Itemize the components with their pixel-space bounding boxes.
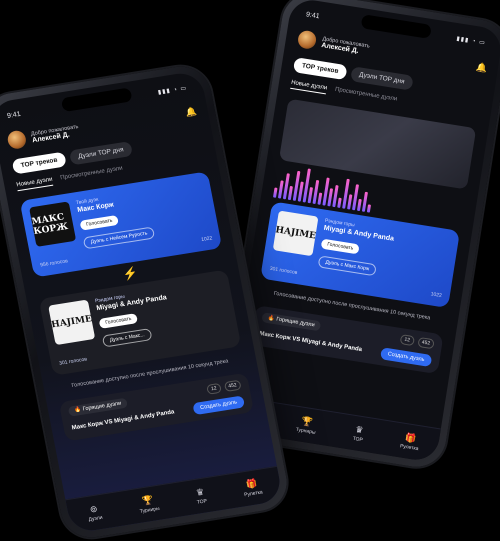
votes-count: 301 голосов	[58, 356, 88, 367]
likes-count: 1022	[200, 235, 213, 244]
trophy-icon: 🏆	[141, 494, 155, 507]
nav-tournaments[interactable]: 🏆 Турниры	[137, 494, 160, 515]
hot-duels-label: 🔥 Горящие дуэли	[261, 312, 322, 332]
nav-top[interactable]: ♛ ТОР	[194, 487, 207, 506]
track-cover: HAJIME	[48, 299, 96, 346]
phone-front-screen: 9:41 ▮▮▮ ◔ ▭ Добро пожаловать Алексей Д.…	[0, 70, 284, 534]
avatar[interactable]	[296, 29, 318, 51]
nav-tournaments[interactable]: 🏆 Турниры	[295, 415, 318, 436]
status-time: 9:41	[6, 110, 22, 120]
nav-roulette[interactable]: 🎁 Рулетка	[241, 478, 264, 498]
create-duel-button[interactable]: Создать дуэль	[192, 395, 246, 416]
gift-icon: 🎁	[245, 478, 259, 490]
crown-icon: ♛	[354, 424, 365, 436]
nav-duels[interactable]: ⊚Дуэли	[86, 503, 103, 523]
create-duel-button[interactable]: Создать дуэль	[379, 347, 433, 368]
track-cover: HAJIME	[272, 210, 319, 257]
duels-icon: ⊚	[88, 503, 99, 515]
bell-icon[interactable]: 🔔	[475, 62, 488, 74]
likes-count: 452	[416, 337, 435, 350]
avatar[interactable]	[6, 129, 28, 150]
comments-count: 12	[399, 334, 415, 347]
bell-icon[interactable]: 🔔	[185, 106, 198, 118]
vote-button[interactable]: Голосовать	[79, 214, 120, 231]
crown-icon: ♛	[195, 486, 206, 498]
showcase: 9:41 ▮▮▮ ◔ ▭ Добро пожаловать Алексей Д.…	[0, 0, 500, 541]
votes-count: 301 голосов	[269, 265, 298, 277]
duel-with-button[interactable]: Дуэль с Макс...	[101, 328, 153, 348]
trophy-icon: 🏆	[300, 415, 314, 428]
comments-count: 12	[206, 383, 222, 396]
gift-icon: 🎁	[404, 432, 418, 444]
vote-button[interactable]: Голосовать	[98, 313, 139, 329]
tab-top-tracks[interactable]: ТОР треков	[292, 57, 348, 81]
track-cover: МАКС КОРЖ	[29, 201, 77, 247]
vote-button[interactable]: Голосовать	[320, 238, 360, 255]
bottom-nav: ⊚Дуэли 🏆Турниры ♛ТОР 🎁Рулетка	[65, 465, 284, 534]
subtab-new[interactable]: Новые дуэли	[15, 176, 54, 192]
tab-top-duels[interactable]: Дуэли ТОР дня	[68, 141, 133, 166]
nav-roulette[interactable]: 🎁 Рулетка	[400, 431, 421, 452]
likes-count: 452	[223, 380, 242, 393]
votes-count: 956 голосов	[39, 258, 69, 269]
duel-with-button[interactable]: Дуэль с Макс Корж	[317, 255, 377, 277]
nav-top[interactable]: ♛ ТОР	[352, 424, 365, 443]
tab-top-tracks[interactable]: ТОР треков	[11, 151, 67, 175]
phone-front: 9:41 ▮▮▮ ◔ ▭ Добро пожаловать Алексей Д.…	[0, 62, 292, 541]
subtab-new[interactable]: Новые дуэли	[290, 79, 328, 95]
status-time: 9:41	[305, 10, 321, 20]
likes-count: 1022	[430, 291, 443, 299]
tab-top-duels[interactable]: Дуэли ТОР дня	[350, 66, 414, 91]
